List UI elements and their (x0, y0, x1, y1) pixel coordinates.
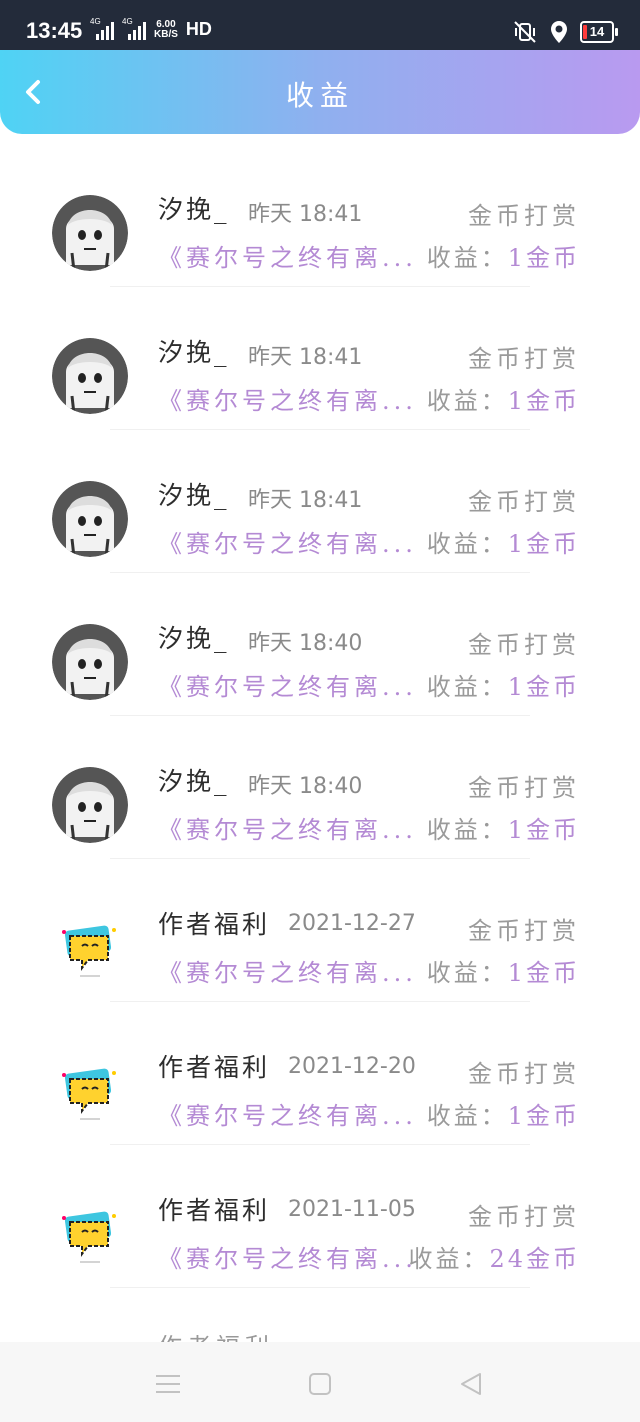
sender-name: 汐挽_ (158, 481, 230, 510)
menu-icon[interactable] (148, 1364, 188, 1404)
avatar (52, 767, 128, 843)
chat-bubble-avatar-icon (52, 1196, 128, 1272)
sender-name: 作者福利 (158, 910, 271, 939)
earning-amount: 1金币 (507, 1102, 580, 1130)
anime-girl-avatar-icon (52, 624, 128, 700)
earning-amount: 1金币 (507, 816, 580, 844)
earning: 收益：1金币 (426, 816, 580, 844)
transaction-type: 金币打赏 (468, 488, 580, 516)
avatar (52, 195, 128, 271)
sender-name: 汐挽_ (158, 195, 230, 224)
earning: 收益：1金币 (426, 959, 580, 987)
transaction-type: 金币打赏 (468, 1060, 580, 1088)
earning: 收益：1金币 (426, 387, 580, 415)
earning-amount: 1金币 (507, 387, 580, 415)
list-item[interactable]: 汐挽_ 昨天 18:41 金币打赏 《赛尔号之终有离... 收益：1金币 (0, 283, 640, 430)
book-title[interactable]: 《赛尔号之终有离... (158, 810, 417, 845)
avatar (52, 910, 128, 986)
list-item[interactable]: 作者福利 2021-11-05 金币打赏 《赛尔号之终有离... 收益：24金币 (0, 1141, 640, 1288)
signal-icon: 4G (90, 18, 116, 40)
earning: 收益：24金币 (408, 1245, 580, 1273)
list-item[interactable]: 汐挽_ 昨天 18:41 金币打赏 《赛尔号之终有离... 收益：1金币 (0, 426, 640, 573)
timestamp: 2021-12-20 (288, 1054, 416, 1079)
list-item[interactable]: 作者福利 2021-12-27 金币打赏 《赛尔号之终有离... 收益：1金币 (0, 855, 640, 1002)
chat-bubble-avatar-icon (52, 910, 128, 986)
transaction-type: 金币打赏 (468, 774, 580, 802)
transaction-type: 金币打赏 (468, 345, 580, 373)
sender-name: 汐挽_ (158, 624, 230, 653)
network-indicators: 4G 4G 6.00 KB/S HD (90, 18, 212, 40)
timestamp: 昨天 18:41 (248, 202, 363, 227)
hd-indicator: HD (185, 19, 212, 39)
sender-name: 汐挽_ (158, 338, 230, 367)
book-title[interactable]: 《赛尔号之终有离... (158, 524, 417, 559)
earning-amount: 1金币 (507, 673, 580, 701)
avatar (52, 481, 128, 557)
network-speed: 6.00 KB/S (154, 19, 178, 40)
earning-amount: 1金币 (507, 530, 580, 558)
avatar (52, 1196, 128, 1272)
header-bar: 收益 (0, 50, 640, 134)
sender-name: 汐挽_ (158, 767, 230, 796)
avatar (52, 338, 128, 414)
list-item[interactable]: 汐挽_ 昨天 18:40 金币打赏 《赛尔号之终有离... 收益：1金币 (0, 569, 640, 716)
timestamp: 昨天 18:41 (248, 345, 363, 370)
transaction-type: 金币打赏 (468, 917, 580, 945)
status-right: 14 (512, 20, 618, 44)
earning-amount: 1金币 (507, 959, 580, 987)
earning: 收益：1金币 (426, 1102, 580, 1130)
clock: 13:45 (26, 18, 83, 43)
anime-girl-avatar-icon (52, 338, 128, 414)
transaction-type: 金币打赏 (468, 202, 580, 230)
battery-icon: 14 (580, 21, 618, 43)
avatar (52, 624, 128, 700)
home-icon[interactable] (300, 1364, 340, 1404)
back-triangle-icon[interactable] (452, 1364, 492, 1404)
location-icon (551, 21, 567, 43)
earnings-list: 汐挽_ 昨天 18:41 金币打赏 《赛尔号之终有离... 收益：1金币 汐挽_… (0, 140, 640, 1288)
earning: 收益：1金币 (426, 244, 580, 272)
earning: 收益：1金币 (426, 673, 580, 701)
book-title[interactable]: 《赛尔号之终有离... (158, 667, 417, 702)
anime-girl-avatar-icon (52, 767, 128, 843)
chat-bubble-avatar-icon (52, 1053, 128, 1129)
list-item[interactable]: 作者福利 2021-12-20 金币打赏 《赛尔号之终有离... 收益：1金币 (0, 998, 640, 1145)
avatar (52, 1053, 128, 1129)
anime-girl-avatar-icon (52, 481, 128, 557)
earning: 收益：1金币 (426, 530, 580, 558)
vibrate-off-icon (514, 21, 536, 43)
anime-girl-avatar-icon (52, 195, 128, 271)
timestamp: 2021-11-05 (288, 1197, 416, 1222)
transaction-type: 金币打赏 (468, 631, 580, 659)
sender-name: 作者福利 (158, 1196, 271, 1225)
timestamp: 昨天 18:41 (248, 488, 363, 513)
list-item[interactable]: 汐挽_ 昨天 18:41 金币打赏 《赛尔号之终有离... 收益：1金币 (0, 140, 640, 287)
system-nav-bar (0, 1342, 640, 1422)
earning-amount: 24金币 (489, 1245, 580, 1273)
timestamp: 2021-12-27 (288, 911, 416, 936)
divider (110, 1287, 530, 1288)
page-title: 收益 (285, 79, 354, 112)
book-title[interactable]: 《赛尔号之终有离... (158, 381, 417, 416)
book-title[interactable]: 《赛尔号之终有离... (158, 238, 417, 273)
book-title[interactable]: 《赛尔号之终有离... (158, 953, 417, 988)
sender-name: 作者福利 (158, 1053, 271, 1082)
earning-amount: 1金币 (507, 244, 580, 272)
book-title[interactable]: 《赛尔号之终有离... (158, 1239, 417, 1274)
book-title[interactable]: 《赛尔号之终有离... (158, 1096, 417, 1131)
signal-icon: 4G (122, 18, 148, 40)
timestamp: 昨天 18:40 (248, 774, 363, 799)
transaction-type: 金币打赏 (468, 1203, 580, 1231)
timestamp: 昨天 18:40 (248, 631, 363, 656)
list-item[interactable]: 汐挽_ 昨天 18:40 金币打赏 《赛尔号之终有离... 收益：1金币 (0, 712, 640, 859)
